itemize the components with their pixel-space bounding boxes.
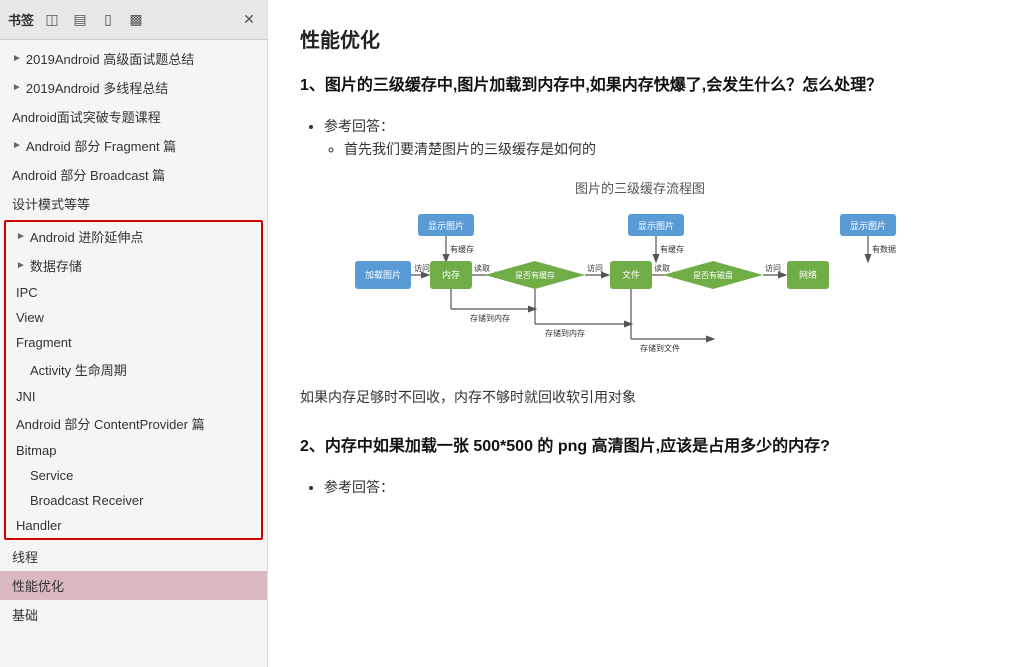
- sidebar-item-jni[interactable]: JNI: [6, 384, 261, 409]
- section1-info-text: 如果内存足够时不回收，内存不够时就回收软引用对象: [300, 386, 980, 410]
- section1-bullets: 参考回答： 首先我们要清楚图片的三级缓存是如何的: [324, 115, 980, 163]
- sidebar-item-ipc[interactable]: IPC: [6, 280, 261, 305]
- chevron-icon: ►: [12, 140, 22, 151]
- svg-text:访问: 访问: [765, 263, 781, 273]
- sidebar-item-broadcast-receiver[interactable]: Broadcast Receiver: [6, 488, 261, 513]
- svg-text:有数据: 有数据: [872, 244, 896, 254]
- page-title: 性能优化: [300, 24, 980, 53]
- section2-heading: 2、内存中如果加载一张 500*500 的 png 高清图片,应该是占用多少的内…: [300, 434, 980, 460]
- sidebar-item-android-course[interactable]: Android面试突破专题课程: [0, 102, 267, 131]
- view-icon-3[interactable]: ▯: [98, 10, 118, 30]
- sidebar-item-activity-lifecycle[interactable]: Activity 生命周期: [6, 355, 261, 384]
- sidebar-header: 书签 ◫ ▤ ▯ ▩ ✕: [0, 0, 267, 40]
- sidebar-item-content-provider[interactable]: Android 部分 ContentProvider 篇: [6, 409, 261, 438]
- chevron-icon: ►: [16, 260, 26, 271]
- section2-bullet1: 参考回答：: [324, 476, 980, 500]
- bookmark-title: 书签: [8, 10, 34, 29]
- svg-text:存储到文件: 存储到文件: [640, 343, 680, 353]
- svg-text:存储到内存: 存储到内存: [470, 313, 510, 323]
- svg-text:显示图片: 显示图片: [428, 220, 464, 231]
- svg-text:有缓存: 有缓存: [660, 244, 684, 254]
- svg-text:网络: 网络: [799, 269, 817, 280]
- sidebar-item-bitmap[interactable]: Bitmap: [6, 438, 261, 463]
- sidebar: 书签 ◫ ▤ ▯ ▩ ✕ ► 2019Android 高级面试题总结 ► 201…: [0, 0, 268, 667]
- view-icon-2[interactable]: ▤: [70, 10, 90, 30]
- svg-text:显示图片: 显示图片: [638, 220, 674, 231]
- sidebar-item-view[interactable]: View: [6, 305, 261, 330]
- flowchart-title: 图片的三级缓存流程图: [575, 178, 705, 197]
- svg-text:访问: 访问: [414, 263, 430, 273]
- section1-sub-bullet1: 首先我们要清楚图片的三级缓存是如何的: [344, 138, 980, 162]
- view-icon-1[interactable]: ◫: [42, 10, 62, 30]
- svg-text:是否有缓存: 是否有缓存: [515, 270, 555, 280]
- sidebar-item-broadcast[interactable]: Android 部分 Broadcast 篇: [0, 160, 267, 189]
- sidebar-item-threads[interactable]: 线程: [0, 542, 267, 571]
- chevron-icon: ►: [12, 82, 22, 93]
- sidebar-list: ► 2019Android 高级面试题总结 ► 2019Android 多线程总…: [0, 40, 267, 667]
- flowchart-container: 图片的三级缓存流程图 显示图片 显示图片 显示图片: [300, 178, 980, 374]
- main-content: 性能优化 1、图片的三级缓存中,图片加载到内存中,如果内存快爆了,会发生什么？怎…: [268, 0, 1012, 667]
- svg-text:显示图片: 显示图片: [850, 220, 886, 231]
- sidebar-item-service[interactable]: Service: [6, 463, 261, 488]
- section1-bullet1: 参考回答： 首先我们要清楚图片的三级缓存是如何的: [324, 115, 980, 163]
- svg-text:读取: 读取: [474, 263, 490, 273]
- sidebar-item-performance[interactable]: 性能优化: [0, 571, 267, 600]
- sidebar-item-android-thread[interactable]: ► 2019Android 多线程总结: [0, 73, 267, 102]
- svg-text:存储到内存: 存储到内存: [545, 328, 585, 338]
- section2-bullets: 参考回答：: [324, 476, 980, 500]
- chevron-icon: ►: [16, 231, 26, 242]
- svg-text:访问: 访问: [587, 263, 603, 273]
- flowchart: 显示图片 显示图片 显示图片 有缓存 有缓存 有数据 加载图片: [350, 209, 930, 369]
- close-icon[interactable]: ✕: [239, 10, 259, 30]
- sidebar-item-fragment2[interactable]: Fragment: [6, 330, 261, 355]
- sidebar-item-android-advanced[interactable]: ► Android 进阶延伸点: [6, 222, 261, 251]
- view-icon-4[interactable]: ▩: [126, 10, 146, 30]
- sidebar-item-design-patterns[interactable]: 设计模式等等: [0, 189, 267, 218]
- section1-heading: 1、图片的三级缓存中,图片加载到内存中,如果内存快爆了,会发生什么？怎么处理？: [300, 73, 980, 99]
- sidebar-item-data-storage[interactable]: ► 数据存储: [6, 251, 261, 280]
- flowchart-svg: 显示图片 显示图片 显示图片 有缓存 有缓存 有数据 加载图片: [350, 209, 930, 374]
- svg-text:文件: 文件: [622, 269, 640, 280]
- sidebar-item-handler[interactable]: Handler: [6, 513, 261, 538]
- chevron-icon: ►: [12, 53, 22, 64]
- svg-text:有缓存: 有缓存: [450, 244, 474, 254]
- svg-text:是否有磁盘: 是否有磁盘: [693, 270, 733, 280]
- sidebar-item-basics[interactable]: 基础: [0, 600, 267, 629]
- sidebar-item-fragment[interactable]: ► Android 部分 Fragment 篇: [0, 131, 267, 160]
- sidebar-item-android-interview[interactable]: ► 2019Android 高级面试题总结: [0, 44, 267, 73]
- svg-text:内存: 内存: [442, 269, 460, 280]
- svg-text:读取: 读取: [654, 263, 670, 273]
- sidebar-highlighted-section: ► Android 进阶延伸点 ► 数据存储 IPC View Fragment…: [4, 220, 263, 540]
- section1-sub-bullets: 首先我们要清楚图片的三级缓存是如何的: [344, 138, 980, 162]
- svg-text:加载图片: 加载图片: [365, 269, 401, 280]
